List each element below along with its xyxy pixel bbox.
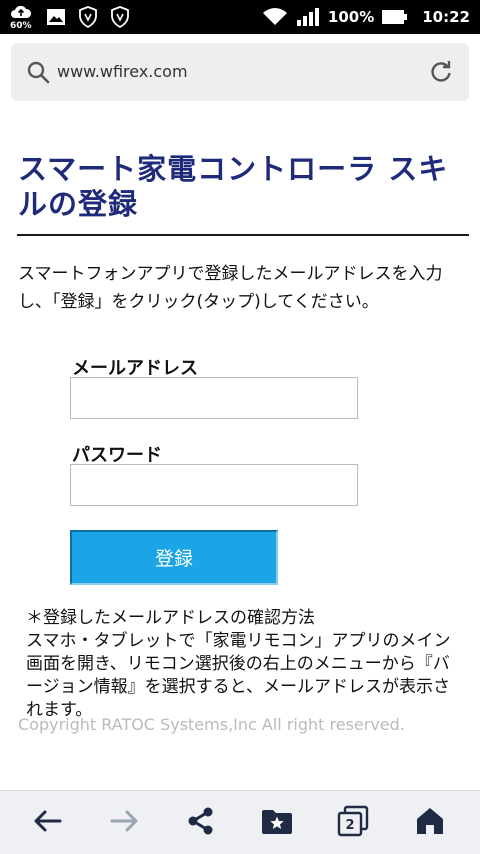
url-text[interactable]: www.wfirex.com <box>57 62 188 81</box>
reload-icon[interactable] <box>428 59 454 89</box>
password-field[interactable] <box>70 464 358 506</box>
forward-button[interactable] <box>108 807 140 839</box>
title-divider <box>17 234 469 236</box>
vpn-shield-icon <box>110 6 130 28</box>
clock: 10:22 <box>422 8 470 26</box>
share-icon <box>186 806 216 840</box>
home-button[interactable] <box>414 807 446 839</box>
battery-icon <box>382 9 408 25</box>
vpn-shield-icon <box>78 6 98 28</box>
cloud-upload-icon: 60% <box>10 4 34 31</box>
search-icon <box>26 60 50 88</box>
back-arrow-icon <box>33 809 63 837</box>
copyright-text: Copyright RATOC Systems,Inc All right re… <box>18 715 405 734</box>
bottom-navigation: 2 <box>0 790 480 854</box>
instructions-text: スマートフォンアプリで登録したメールアドレスを入力し、「登録」をクリック(タップ… <box>18 264 443 312</box>
status-bar-left: 60% <box>10 4 130 31</box>
status-bar-right: 100% 10:22 <box>262 0 470 34</box>
address-bar[interactable]: www.wfirex.com <box>11 43 469 101</box>
tabs-icon: 2 <box>337 805 369 841</box>
status-bar: 60% 100% 10:22 <box>0 0 480 34</box>
page-title: スマート家電コントローラ スキルの登録 <box>18 152 449 221</box>
back-button[interactable] <box>32 807 64 839</box>
page-content: スマート家電コントローラ スキルの登録 スマートフォンアプリで登録したメールアド… <box>0 110 480 790</box>
bookmarks-button[interactable] <box>261 807 293 839</box>
email-field[interactable] <box>70 377 358 419</box>
browser-toolbar: www.wfirex.com <box>0 34 480 110</box>
email-confirmation-note: ＊登録したメールアドレスの確認方法 スマホ・タブレットで「家電リモコン」アプリの… <box>26 608 451 720</box>
share-button[interactable] <box>185 807 217 839</box>
image-icon <box>46 8 66 26</box>
forward-arrow-icon <box>109 809 139 837</box>
tabs-button[interactable]: 2 <box>337 805 369 841</box>
wifi-icon <box>262 7 288 27</box>
bookmarks-folder-icon <box>261 807 293 839</box>
home-icon <box>415 806 445 840</box>
battery-small-text: 60% <box>10 21 32 31</box>
signal-icon <box>296 7 320 27</box>
register-button[interactable]: 登録 <box>70 530 278 585</box>
battery-percent: 100% <box>327 8 375 26</box>
tab-count: 2 <box>345 818 354 833</box>
